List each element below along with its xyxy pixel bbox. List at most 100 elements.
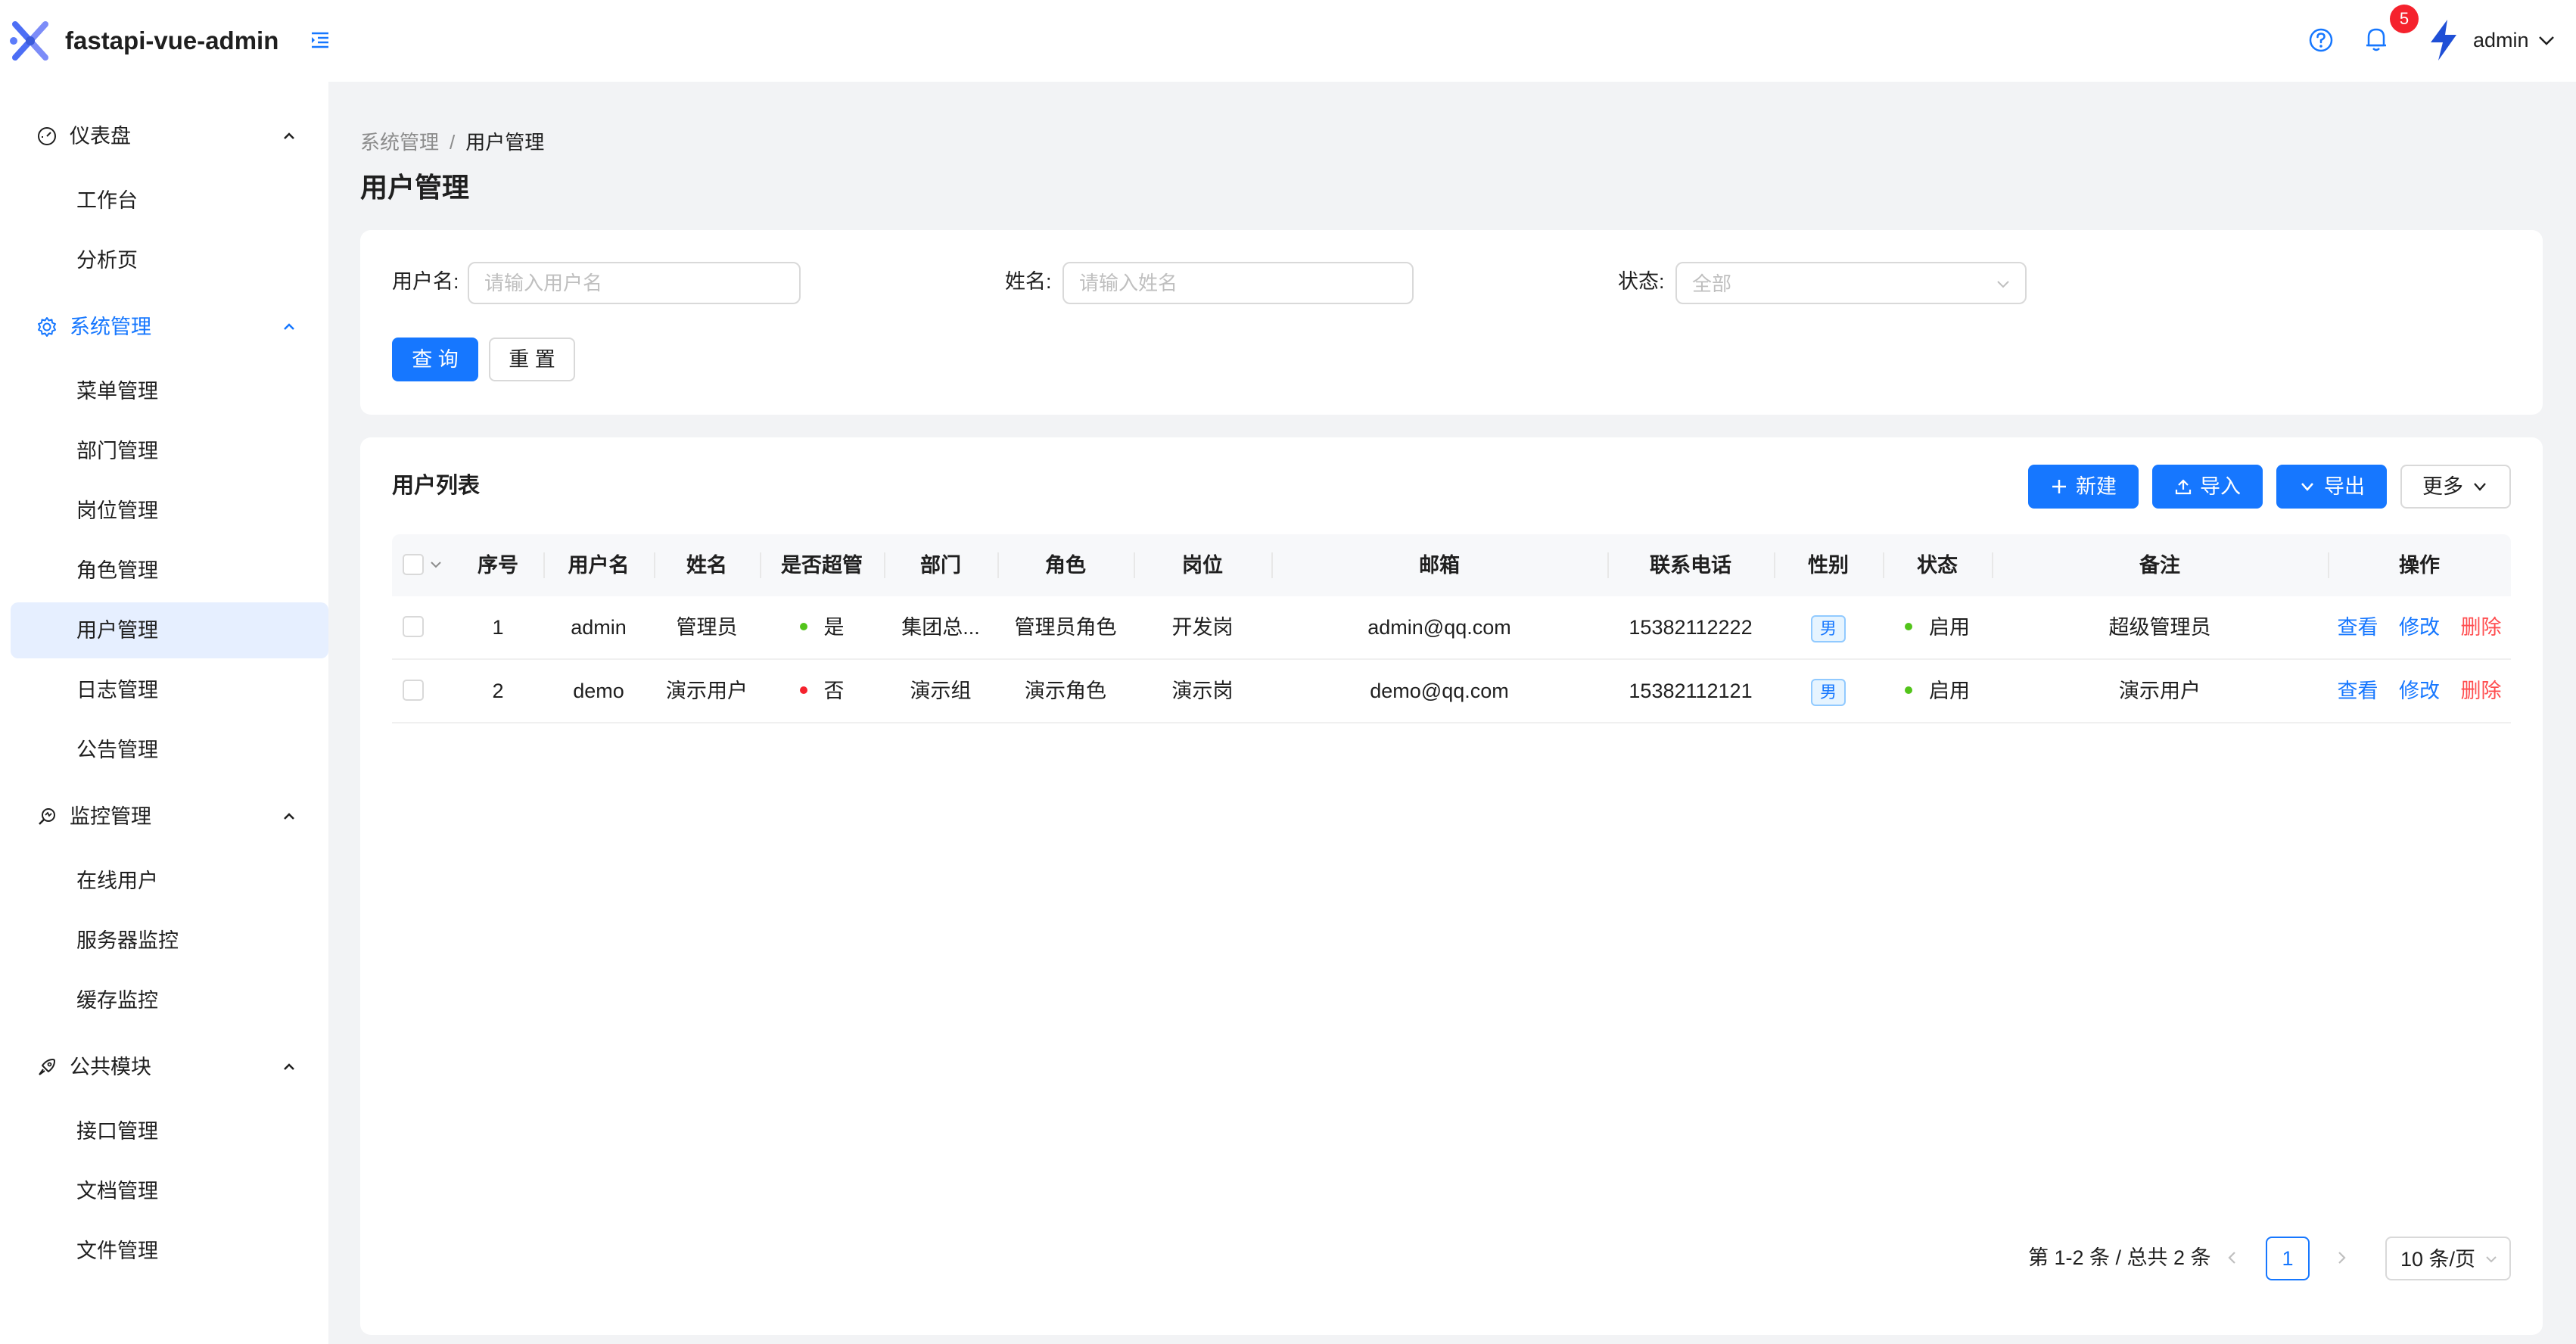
breadcrumb: 系统管理 / 用户管理 xyxy=(360,129,544,156)
cell-role: 演示角色 xyxy=(1025,680,1106,702)
chevron-down-icon xyxy=(2301,483,2313,491)
sidebar-item-workbench[interactable]: 工作台 xyxy=(11,173,328,229)
sidebar-item-label: 日志管理 xyxy=(76,679,158,702)
cell-index: 2 xyxy=(492,680,504,702)
cell-dept: 演示组 xyxy=(910,680,972,702)
sidebar-item-label: 文档管理 xyxy=(76,1180,158,1202)
user-list-card: 用户列表 新建 导入 导出 更多 序号 用户名 姓名 是否超管 部门 角色 岗位… xyxy=(360,437,2543,1335)
user-menu[interactable]: admin xyxy=(2473,27,2529,53)
cell-phone: 15382112121 xyxy=(1629,680,1753,702)
sidebar-group-monitor[interactable]: 监控管理 xyxy=(0,786,328,847)
cell-is-super: 否 xyxy=(760,660,884,722)
chevron-up-icon xyxy=(284,323,294,330)
cell-name: 管理员 xyxy=(676,616,738,639)
page-size-select[interactable]: 10 条/页 xyxy=(2385,1237,2511,1280)
chevron-left-icon[interactable] xyxy=(2222,1247,2243,1268)
app-logo-icon xyxy=(10,21,48,61)
edit-link[interactable]: 修改 xyxy=(2399,616,2440,639)
more-button-label: 更多 xyxy=(2422,475,2463,498)
view-link[interactable]: 查看 xyxy=(2337,680,2378,702)
row-checkbox[interactable] xyxy=(403,680,424,701)
bell-icon[interactable] xyxy=(2364,26,2388,53)
col-role: 角色 xyxy=(1045,554,1086,577)
sidebar-item-notice[interactable]: 公告管理 xyxy=(11,722,328,778)
delete-link[interactable]: 删除 xyxy=(2461,680,2502,702)
sidebar-item-label: 用户管理 xyxy=(76,619,158,642)
sidebar-item-label: 分析页 xyxy=(76,249,138,272)
notification-badge: 5 xyxy=(2390,5,2419,33)
select-all-checkbox[interactable] xyxy=(403,554,424,575)
view-link[interactable]: 查看 xyxy=(2337,616,2378,639)
menu-collapse-icon[interactable] xyxy=(309,29,331,51)
sidebar-group-label: 公共模块 xyxy=(70,1056,151,1078)
avatar[interactable] xyxy=(2425,18,2462,62)
status-dot xyxy=(1905,622,1912,630)
cell-status: 启用 xyxy=(1883,596,1992,658)
search-form-card: 用户名: 姓名: 状态: 全部 查 询 重 置 xyxy=(360,230,2543,415)
status-dot xyxy=(799,622,807,630)
is-super-text: 是 xyxy=(823,616,845,639)
chevron-down-icon xyxy=(2474,483,2486,491)
export-button[interactable]: 导出 xyxy=(2276,465,2387,509)
sidebar-item-docs[interactable]: 文档管理 xyxy=(11,1163,328,1219)
dashboard-icon xyxy=(38,127,56,145)
more-button[interactable]: 更多 xyxy=(2400,465,2511,509)
sidebar-item-post[interactable]: 岗位管理 xyxy=(11,483,328,539)
sidebar-item-api[interactable]: 接口管理 xyxy=(11,1103,328,1159)
sidebar-item-users[interactable]: 用户管理 xyxy=(11,602,328,658)
sidebar-item-label: 公告管理 xyxy=(76,739,158,761)
chevron-down-icon[interactable] xyxy=(428,557,443,572)
cell-actions: 查看 修改 删除 xyxy=(2328,596,2511,658)
sidebar-item-online-users[interactable]: 在线用户 xyxy=(11,853,328,909)
sidebar-item-files[interactable]: 文件管理 xyxy=(11,1223,328,1279)
help-icon[interactable] xyxy=(2308,27,2334,53)
query-button[interactable]: 查 询 xyxy=(392,338,478,381)
col-index: 序号 xyxy=(478,554,518,577)
col-phone: 联系电话 xyxy=(1650,554,1731,577)
name-input[interactable] xyxy=(1062,262,1414,304)
reset-button[interactable]: 重 置 xyxy=(489,338,575,381)
edit-link[interactable]: 修改 xyxy=(2399,680,2440,702)
sidebar-group-system[interactable]: 系统管理 xyxy=(0,297,328,357)
cell-post: 开发岗 xyxy=(1171,616,1234,639)
plus-icon xyxy=(2052,480,2066,493)
app-title: fastapi-vue-admin xyxy=(65,26,279,54)
pagination-page-1[interactable]: 1 xyxy=(2266,1237,2310,1280)
cell-name: 演示用户 xyxy=(666,680,748,702)
import-button[interactable]: 导入 xyxy=(2152,465,2263,509)
status-dot xyxy=(799,686,807,694)
sidebar-item-label: 文件管理 xyxy=(76,1240,158,1262)
sidebar-item-role[interactable]: 角色管理 xyxy=(11,543,328,599)
col-post: 岗位 xyxy=(1182,554,1223,577)
cell-email: admin@qq.com xyxy=(1367,616,1511,639)
breadcrumb-parent[interactable]: 系统管理 xyxy=(360,129,439,156)
username-input[interactable] xyxy=(468,262,801,304)
cell-post: 演示岗 xyxy=(1171,680,1234,702)
sidebar-group-dashboard[interactable]: 仪表盘 xyxy=(0,106,328,166)
sidebar-item-dept[interactable]: 部门管理 xyxy=(11,423,328,479)
chevron-down-icon xyxy=(1997,281,2009,288)
rocket-icon xyxy=(39,1059,55,1075)
sidebar-item-menu[interactable]: 菜单管理 xyxy=(11,363,328,419)
sidebar-item-label: 接口管理 xyxy=(76,1120,158,1143)
chevron-down-icon[interactable] xyxy=(2537,30,2556,50)
sidebar-item-log[interactable]: 日志管理 xyxy=(11,662,328,718)
col-name: 姓名 xyxy=(686,554,727,577)
delete-link[interactable]: 删除 xyxy=(2461,616,2502,639)
cell-email: demo@qq.com xyxy=(1370,680,1509,702)
row-checkbox[interactable] xyxy=(403,616,424,637)
sidebar-item-analysis[interactable]: 分析页 xyxy=(11,232,328,288)
sidebar-item-server-monitor[interactable]: 服务器监控 xyxy=(11,913,328,969)
sidebar-item-label: 部门管理 xyxy=(76,440,158,462)
sidebar-item-cache-monitor[interactable]: 缓存监控 xyxy=(11,972,328,1028)
status-select[interactable]: 全部 xyxy=(1675,262,2027,304)
chevron-right-icon[interactable] xyxy=(2331,1247,2352,1268)
chevron-down-icon xyxy=(2486,1256,2497,1263)
sidebar-item-label: 工作台 xyxy=(76,189,138,212)
import-button-label: 导入 xyxy=(2200,475,2241,498)
new-button[interactable]: 新建 xyxy=(2028,465,2139,509)
cell-gender: 男 xyxy=(1774,660,1883,722)
col-email: 邮箱 xyxy=(1419,554,1460,577)
cell-remark: 演示用户 xyxy=(2119,680,2201,702)
sidebar-group-common[interactable]: 公共模块 xyxy=(0,1037,328,1097)
